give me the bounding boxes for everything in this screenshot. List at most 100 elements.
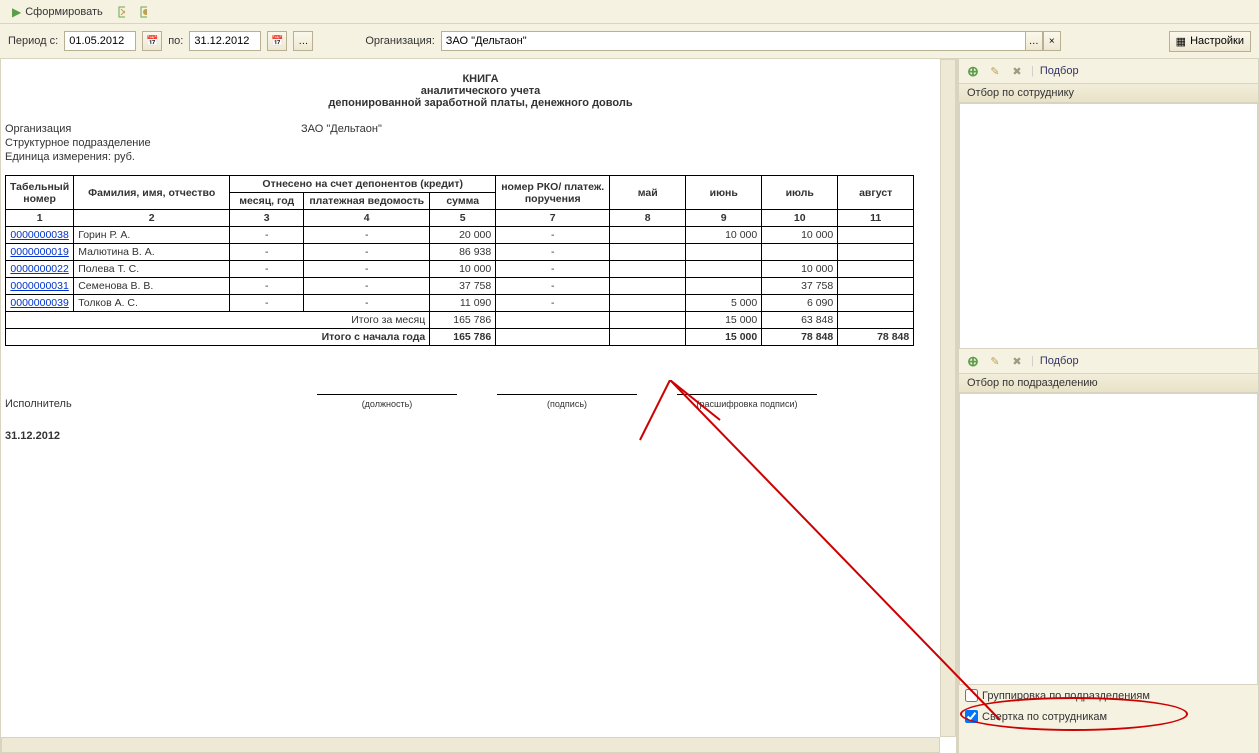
generate-button[interactable]: ▶ Сформировать bbox=[8, 3, 107, 21]
tot-month-jun: 15 000 bbox=[686, 312, 762, 329]
report-title-1: КНИГА bbox=[5, 73, 956, 85]
plus-icon: ⊕ bbox=[967, 353, 979, 370]
cell-rko: - bbox=[496, 227, 610, 244]
col-month: месяц, год bbox=[230, 193, 304, 210]
podbor-link-1[interactable]: Подбор bbox=[1040, 65, 1079, 77]
cell-may bbox=[610, 295, 686, 312]
add-button-2[interactable]: ⊕ bbox=[965, 353, 981, 369]
x-icon: ✖ bbox=[1012, 355, 1021, 368]
cell-vedomost: - bbox=[304, 244, 430, 261]
filter-emp-header: Отбор по сотруднику bbox=[959, 83, 1258, 103]
cell-jun bbox=[686, 244, 762, 261]
cell-jun: 5 000 bbox=[686, 295, 762, 312]
period-from-label: Период с: bbox=[8, 35, 58, 47]
h-unit-label: Единица измерения: руб. bbox=[5, 151, 301, 163]
tot-year-may bbox=[610, 329, 686, 346]
col-num: 1 bbox=[6, 210, 74, 227]
toolbar-icon-1[interactable] bbox=[113, 4, 129, 20]
col-credit: Отнесено на счет депонентов (кредит) bbox=[230, 176, 496, 193]
scrollbar-vertical[interactable] bbox=[940, 59, 956, 737]
sig-sig: (подпись) bbox=[547, 399, 587, 409]
cell-fio: Малютина В. А. bbox=[74, 244, 230, 261]
add-button[interactable]: ⊕ bbox=[965, 63, 981, 79]
col-tab: Табельный номер bbox=[6, 176, 74, 210]
org-dots-button[interactable]: … bbox=[1025, 31, 1043, 51]
scrollbar-horizontal[interactable] bbox=[1, 737, 940, 753]
filter-dept-header: Отбор по подразделению bbox=[959, 373, 1258, 393]
h-dept-label: Структурное подразделение bbox=[5, 137, 301, 149]
cell-may bbox=[610, 227, 686, 244]
filter-dept-list[interactable] bbox=[959, 393, 1258, 685]
group-by-emp-label: Свертка по сотрудникам bbox=[982, 711, 1107, 723]
calendar-icon: 📅 bbox=[146, 36, 158, 47]
tabnum-link[interactable]: 0000000031 bbox=[6, 278, 74, 295]
calendar-icon: 📅 bbox=[271, 36, 283, 47]
pencil-icon: ✎ bbox=[990, 65, 999, 78]
cell-jul bbox=[762, 244, 838, 261]
calendar-to-button[interactable]: 📅 bbox=[267, 31, 287, 51]
side-panel: ⊕ ✎ ✖ | Подбор Отбор по сотруднику ⊕ ✎ ✖… bbox=[957, 58, 1259, 754]
settings-icon: ▦ bbox=[1176, 35, 1186, 48]
org-clear-button[interactable]: × bbox=[1043, 31, 1061, 51]
col-vedomost: платежная ведомость bbox=[304, 193, 430, 210]
cell-summa: 11 090 bbox=[430, 295, 496, 312]
calendar-from-button[interactable]: 📅 bbox=[142, 31, 162, 51]
params-bar: Период с: 📅 по: 📅 … Организация: … × ▦ Н… bbox=[0, 24, 1259, 58]
table-row: 0000000038Горин Р. А.--20 000-10 00010 0… bbox=[6, 227, 914, 244]
cell-vedomost: - bbox=[304, 278, 430, 295]
cell-rko: - bbox=[496, 244, 610, 261]
period-dots-button[interactable]: … bbox=[293, 31, 313, 51]
x-icon: ✖ bbox=[1012, 65, 1021, 78]
tot-year-jun: 15 000 bbox=[686, 329, 762, 346]
cell-summa: 10 000 bbox=[430, 261, 496, 278]
period-from-input[interactable] bbox=[64, 31, 136, 51]
col-jul: июль bbox=[762, 176, 838, 210]
cell-rko: - bbox=[496, 261, 610, 278]
tot-year-label: Итого с начала года bbox=[6, 329, 430, 346]
col-num: 4 bbox=[304, 210, 430, 227]
col-fio: Фамилия, имя, отчество bbox=[74, 176, 230, 210]
footer-date: 31.12.2012 bbox=[5, 430, 956, 442]
filter-emp-list[interactable] bbox=[959, 103, 1258, 349]
delete-button[interactable]: ✖ bbox=[1009, 63, 1025, 79]
org-label: Организация: bbox=[365, 35, 434, 47]
group-by-dept-label: Группировка по подразделениям bbox=[982, 690, 1150, 702]
cell-summa: 86 938 bbox=[430, 244, 496, 261]
settings-button[interactable]: ▦ Настройки bbox=[1169, 31, 1251, 52]
table-row: 0000000031Семенова В. В.--37 758-37 758 bbox=[6, 278, 914, 295]
edit-button[interactable]: ✎ bbox=[987, 63, 1003, 79]
cell-jun bbox=[686, 261, 762, 278]
cell-aug bbox=[838, 278, 914, 295]
tabnum-link[interactable]: 0000000019 bbox=[6, 244, 74, 261]
cell-vedomost: - bbox=[304, 295, 430, 312]
plus-icon: ⊕ bbox=[967, 63, 979, 80]
col-num: 2 bbox=[74, 210, 230, 227]
group-by-emp-checkbox[interactable] bbox=[965, 710, 978, 723]
col-rko: номер РКО/ платеж. поручения bbox=[496, 176, 610, 210]
cell-jul: 6 090 bbox=[762, 295, 838, 312]
col-jun: июнь bbox=[686, 176, 762, 210]
tot-month-s: 165 786 bbox=[430, 312, 496, 329]
cell-may bbox=[610, 261, 686, 278]
podbor-link-2[interactable]: Подбор bbox=[1040, 355, 1079, 367]
toolbar-icon-2[interactable] bbox=[135, 4, 151, 20]
tabnum-link[interactable]: 0000000039 bbox=[6, 295, 74, 312]
col-num: 11 bbox=[838, 210, 914, 227]
toolbar: ▶ Сформировать bbox=[0, 0, 1259, 24]
cell-vedomost: - bbox=[304, 227, 430, 244]
cell-may bbox=[610, 244, 686, 261]
tot-month-jul: 63 848 bbox=[762, 312, 838, 329]
org-input[interactable] bbox=[441, 31, 1061, 51]
period-to-input[interactable] bbox=[189, 31, 261, 51]
sig-name: (расшифровка подписи) bbox=[697, 399, 798, 409]
pencil-icon: ✎ bbox=[990, 355, 999, 368]
edit-button-2[interactable]: ✎ bbox=[987, 353, 1003, 369]
group-by-dept-checkbox[interactable] bbox=[965, 689, 978, 702]
delete-button-2[interactable]: ✖ bbox=[1009, 353, 1025, 369]
tabnum-link[interactable]: 0000000022 bbox=[6, 261, 74, 278]
cell-jun: 10 000 bbox=[686, 227, 762, 244]
col-num: 5 bbox=[430, 210, 496, 227]
tot-year-jul: 78 848 bbox=[762, 329, 838, 346]
tabnum-link[interactable]: 0000000038 bbox=[6, 227, 74, 244]
col-num: 7 bbox=[496, 210, 610, 227]
